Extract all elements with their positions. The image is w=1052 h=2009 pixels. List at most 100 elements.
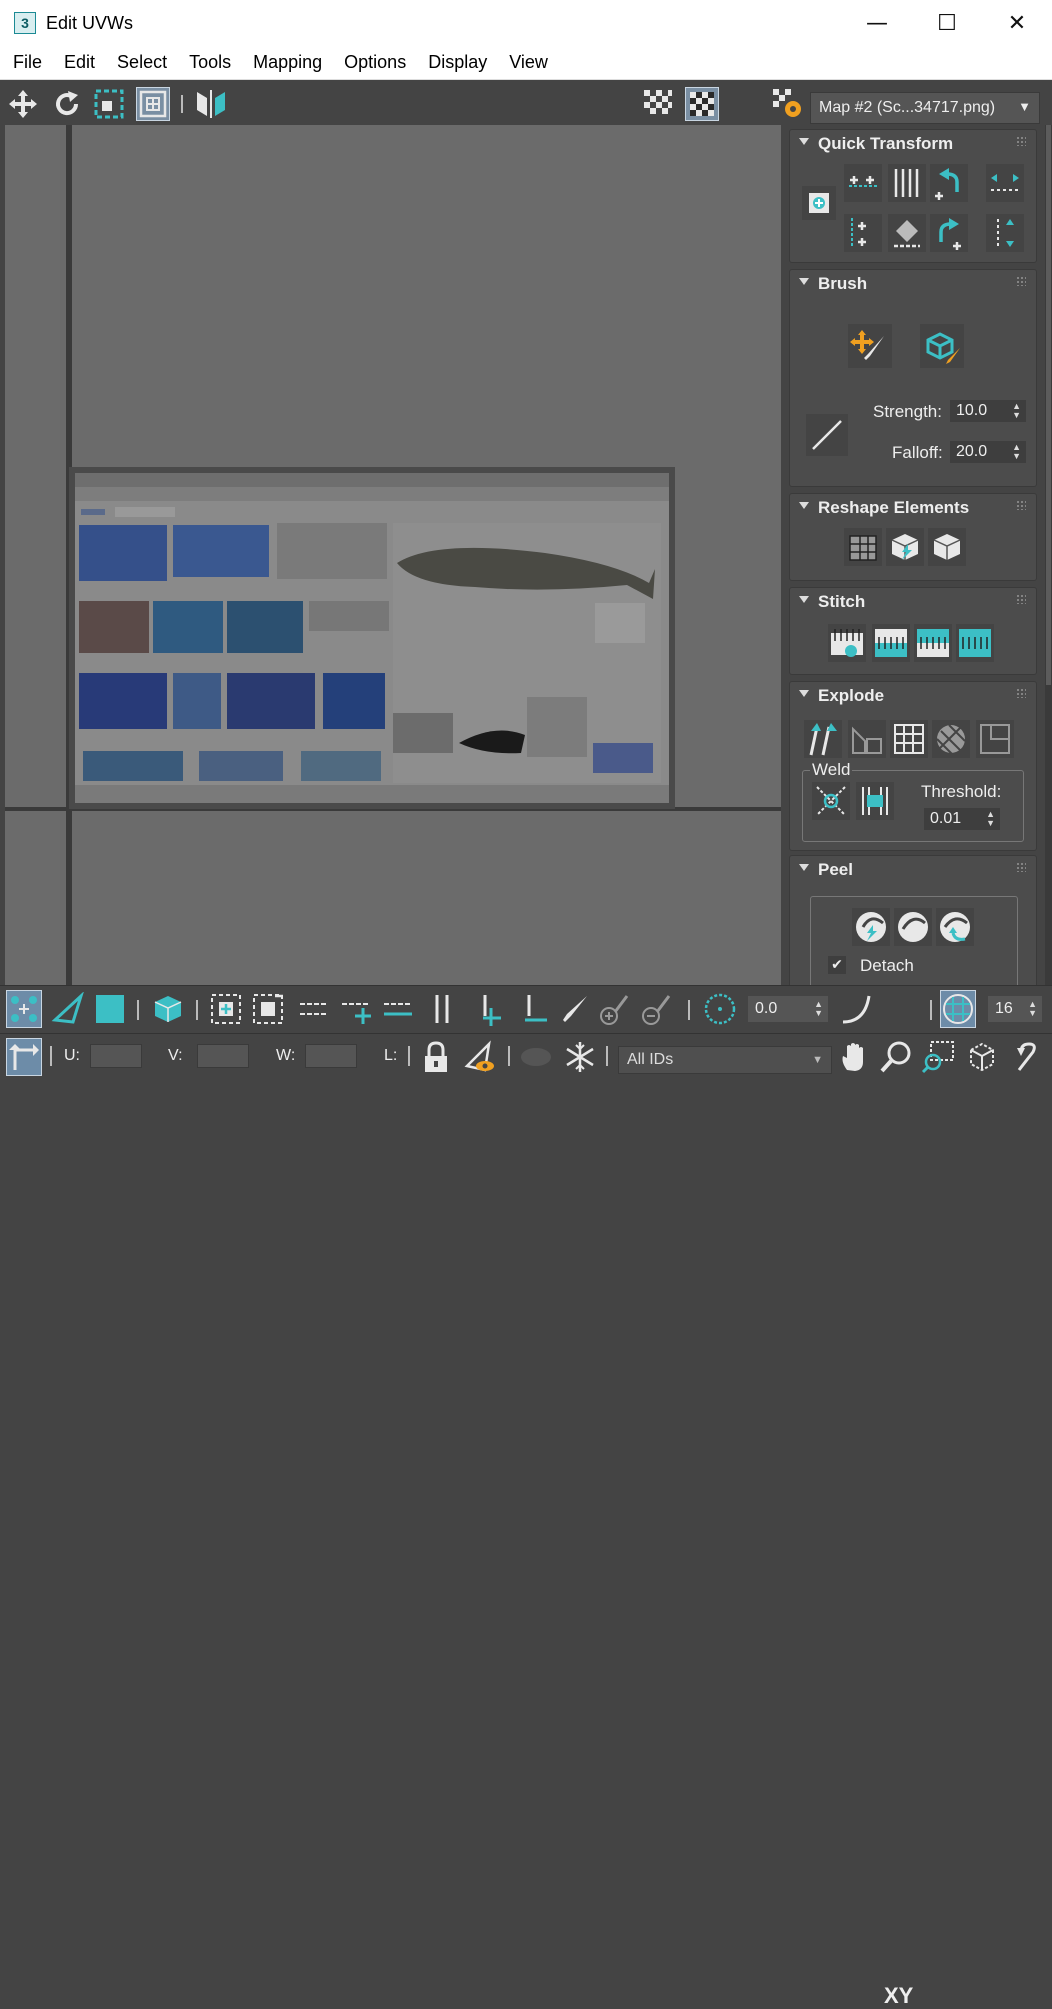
brush-falloff-button[interactable] — [806, 414, 848, 456]
collapse-arrow-icon[interactable] — [799, 596, 809, 603]
threshold-spinner[interactable]: 0.01 ▲ ▼ — [924, 808, 1000, 830]
collapse-arrow-icon[interactable] — [799, 690, 809, 697]
show-map-button[interactable] — [685, 87, 719, 121]
spinner-arrows-icon[interactable]: ▲ ▼ — [1028, 1000, 1037, 1018]
quick-peel-button[interactable] — [852, 908, 890, 946]
flatten-custom-button[interactable] — [976, 720, 1014, 758]
space-vertical-button[interactable] — [986, 214, 1024, 252]
falloff-spinner[interactable]: 20.0 ▲ ▼ — [950, 441, 1026, 463]
relax-until-flat-button[interactable] — [886, 528, 924, 566]
drag-grip-icon[interactable] — [1016, 136, 1026, 146]
spinner-arrows-icon[interactable]: ▲ ▼ — [1012, 443, 1021, 461]
vertex-mode-button[interactable] — [6, 990, 42, 1028]
stitch-to-target-button[interactable] — [872, 624, 910, 662]
close-button[interactable]: ✕ — [982, 0, 1052, 46]
grid-size-spinner[interactable]: 16 ▲ ▼ — [988, 996, 1042, 1022]
drag-grip-icon[interactable] — [1016, 688, 1026, 698]
drag-grip-icon[interactable] — [1016, 276, 1026, 286]
detach-checkbox[interactable]: ✔ — [828, 956, 846, 974]
map-settings-button[interactable] — [771, 87, 805, 121]
panel-scroll-thumb[interactable] — [1046, 125, 1051, 685]
lock-selection-button[interactable] — [418, 1038, 454, 1076]
loop-shrink-button[interactable] — [516, 990, 552, 1028]
edge-mode-button[interactable] — [50, 990, 86, 1028]
panel-scrollbar[interactable] — [1045, 125, 1052, 985]
align-horizontal-button[interactable] — [844, 164, 882, 202]
loop-grow-button[interactable] — [472, 990, 508, 1028]
straighten-button[interactable] — [888, 214, 926, 252]
v-coordinate-input[interactable] — [197, 1044, 249, 1068]
align-vertical-button[interactable] — [888, 164, 926, 202]
grow-selection-button[interactable] — [208, 990, 244, 1028]
menu-tools[interactable]: Tools — [178, 52, 242, 73]
paint-move-button[interactable] — [848, 324, 892, 368]
paint-select-grow-button[interactable] — [596, 990, 632, 1028]
rotate-tool-button[interactable] — [50, 87, 84, 121]
material-ids-dropdown[interactable]: All IDs ▼ — [618, 1046, 832, 1074]
menu-edit[interactable]: Edit — [53, 52, 106, 73]
absolute-offset-toggle[interactable] — [6, 1038, 42, 1076]
zoom-region-button[interactable] — [920, 1038, 956, 1076]
menu-options[interactable]: Options — [333, 52, 417, 73]
u-coordinate-input[interactable] — [90, 1044, 142, 1068]
hide-selected-button[interactable] — [518, 1038, 554, 1076]
pan-tool-button[interactable] — [836, 1038, 872, 1076]
checker-toggle-button[interactable] — [641, 87, 675, 121]
spinner-arrows-icon[interactable]: ▲ ▼ — [986, 810, 995, 828]
menu-mapping[interactable]: Mapping — [242, 52, 333, 73]
ring-shrink-button[interactable] — [380, 990, 416, 1028]
maximize-button[interactable]: ☐ — [912, 0, 982, 46]
spinner-arrows-icon[interactable]: ▲ ▼ — [814, 1000, 823, 1018]
rotate-ccw-button[interactable] — [930, 164, 968, 202]
relax-custom-button[interactable] — [928, 528, 966, 566]
shrink-selection-button[interactable] — [250, 990, 286, 1028]
straighten-selection-button[interactable] — [844, 528, 882, 566]
rotate-angle-spinner[interactable]: 0.0 ▲ ▼ — [748, 996, 828, 1022]
mirror-tool-button[interactable] — [194, 87, 228, 121]
space-horizontal-button[interactable] — [986, 164, 1024, 202]
freeze-selected-button[interactable] — [562, 1038, 598, 1076]
flatten-by-material-id-button[interactable] — [890, 720, 928, 758]
menu-view[interactable]: View — [498, 52, 559, 73]
scale-tool-button[interactable] — [92, 87, 126, 121]
rollout-title[interactable]: Peel — [818, 860, 853, 880]
freeform-tool-button[interactable] — [136, 87, 170, 121]
element-mode-button[interactable] — [150, 990, 186, 1028]
polygon-mode-button[interactable] — [92, 990, 128, 1028]
relax-brush-button[interactable] — [920, 324, 964, 368]
weld-selected-button[interactable] — [812, 782, 850, 820]
undo-view-button[interactable] — [1008, 1038, 1044, 1076]
soft-selection-button[interactable] — [702, 990, 738, 1028]
rotate-cw-button[interactable] — [930, 214, 968, 252]
strength-spinner[interactable]: 10.0 ▲ ▼ — [950, 400, 1026, 422]
menu-display[interactable]: Display — [417, 52, 498, 73]
collapse-arrow-icon[interactable] — [799, 864, 809, 871]
show-hidden-button[interactable] — [462, 1038, 498, 1076]
peel-mode-button[interactable] — [894, 908, 932, 946]
stitch-custom-button[interactable] — [828, 624, 866, 662]
falloff-curve-button[interactable] — [838, 990, 874, 1028]
stitch-to-source-button[interactable] — [956, 624, 994, 662]
collapse-arrow-icon[interactable] — [799, 502, 809, 509]
drag-grip-icon[interactable] — [1016, 500, 1026, 510]
grid-snap-button[interactable] — [940, 990, 976, 1028]
rollout-title[interactable]: Brush — [818, 274, 867, 294]
ring-grow-button[interactable] — [338, 990, 374, 1028]
drag-grip-icon[interactable] — [1016, 594, 1026, 604]
menu-file[interactable]: File — [0, 52, 53, 73]
rollout-title[interactable]: Reshape Elements — [818, 498, 969, 518]
rollout-title[interactable]: Explode — [818, 686, 884, 706]
set-pivot-button[interactable] — [802, 186, 836, 220]
drag-grip-icon[interactable] — [1016, 862, 1026, 872]
flatten-by-smoothing-group-button[interactable] — [932, 720, 970, 758]
texture-map-dropdown[interactable]: Map #2 (Sc...34717.png) ▼ — [810, 92, 1040, 124]
flatten-by-polygon-angle-button[interactable] — [848, 720, 886, 758]
ring-select-button[interactable] — [296, 990, 332, 1028]
align-to-edge-button[interactable] — [844, 214, 882, 252]
move-tool-button[interactable] — [6, 87, 40, 121]
zoom-tool-button[interactable] — [878, 1038, 914, 1076]
loop-select-button[interactable] — [424, 990, 460, 1028]
paint-select-button[interactable] — [556, 990, 592, 1028]
stitch-to-average-button[interactable] — [914, 624, 952, 662]
menu-select[interactable]: Select — [106, 52, 178, 73]
